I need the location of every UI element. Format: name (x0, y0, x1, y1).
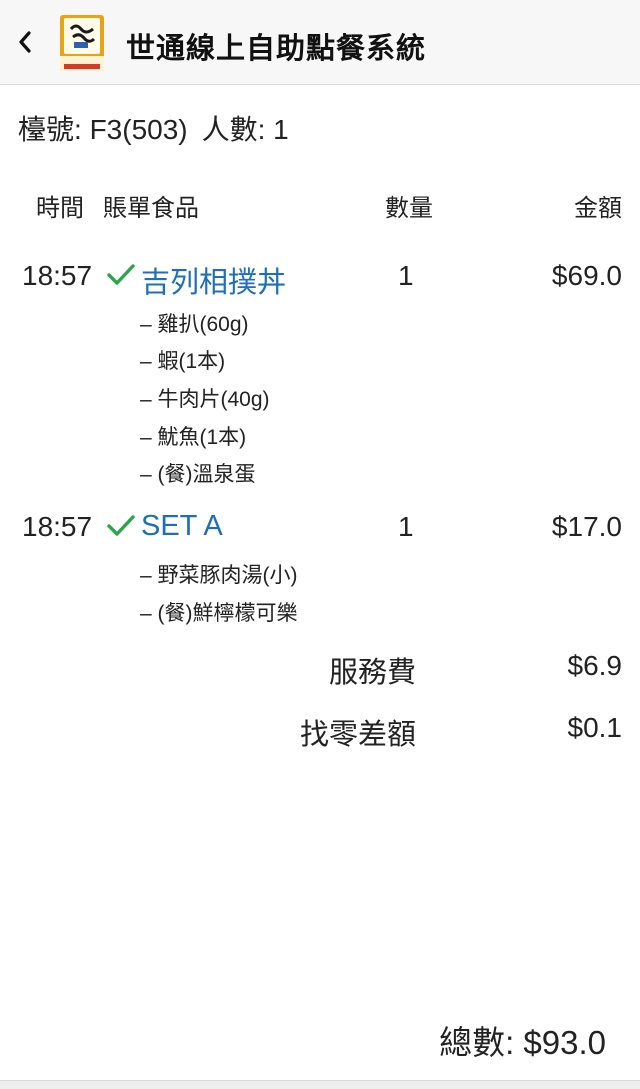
service-charge-label: 服務費 (328, 657, 416, 689)
chevron-left-icon[interactable] (17, 29, 33, 55)
item-time: 18:57 (22, 511, 93, 542)
item-amount: $17.0 (551, 511, 622, 542)
column-header-item: 賬單食品 (103, 195, 199, 222)
page-title: 世通線上自助點餐系統 (126, 33, 427, 65)
table-info: 檯號: F3(503) 人數: 1 (18, 108, 289, 148)
item-option: – (餐)溫泉蛋 (140, 463, 256, 486)
check-icon (107, 515, 135, 536)
item-option: – 雞扒(60g) (140, 313, 249, 336)
back-button[interactable] (10, 22, 40, 62)
item-option: – 牛肉片(40g) (140, 388, 270, 411)
item-quantity: 1 (398, 260, 414, 291)
item-name: SET A (141, 510, 223, 542)
column-header-qty: 數量 (385, 195, 433, 222)
column-header-time: 時間 (36, 195, 84, 222)
check-icon (107, 264, 135, 285)
item-name: 吉列相撲丼 (141, 267, 287, 299)
item-option: – 蝦(1本) (140, 350, 226, 373)
bill-page: 世通線上自助點餐系統 檯號: F3(503) 人數: 1 時間 賬單食品 數量 金… (0, 0, 640, 1089)
total-amount: 總數: $93.0 (439, 1016, 606, 1064)
logo-emblem (64, 18, 100, 54)
people-count-value: 1 (273, 114, 289, 145)
column-header-amount: 金額 (574, 195, 622, 222)
total-label: 總數: (439, 1024, 515, 1061)
people-count-label: 人數: (201, 114, 266, 145)
item-option: – (餐)鮮檸檬可樂 (140, 602, 298, 625)
item-option: – 野菜豚肉湯(小) (140, 564, 298, 587)
table-number-label: 檯號: (18, 114, 82, 145)
table-number-value: F3(503) (89, 114, 188, 145)
item-option: – 魷魚(1本) (140, 426, 247, 449)
bottom-bar (0, 1080, 640, 1089)
nav-bar: 世通線上自助點餐系統 (0, 0, 640, 85)
logo-stripe (64, 64, 100, 69)
service-charge-value: $6.9 (567, 650, 623, 681)
item-amount: $69.0 (551, 260, 622, 291)
item-time: 18:57 (22, 260, 93, 291)
rounding-label: 找零差額 (299, 719, 416, 751)
rounding-value: $0.1 (567, 712, 623, 743)
total-value: $93.0 (523, 1024, 606, 1061)
restaurant-logo (60, 15, 104, 71)
item-quantity: 1 (398, 511, 414, 542)
